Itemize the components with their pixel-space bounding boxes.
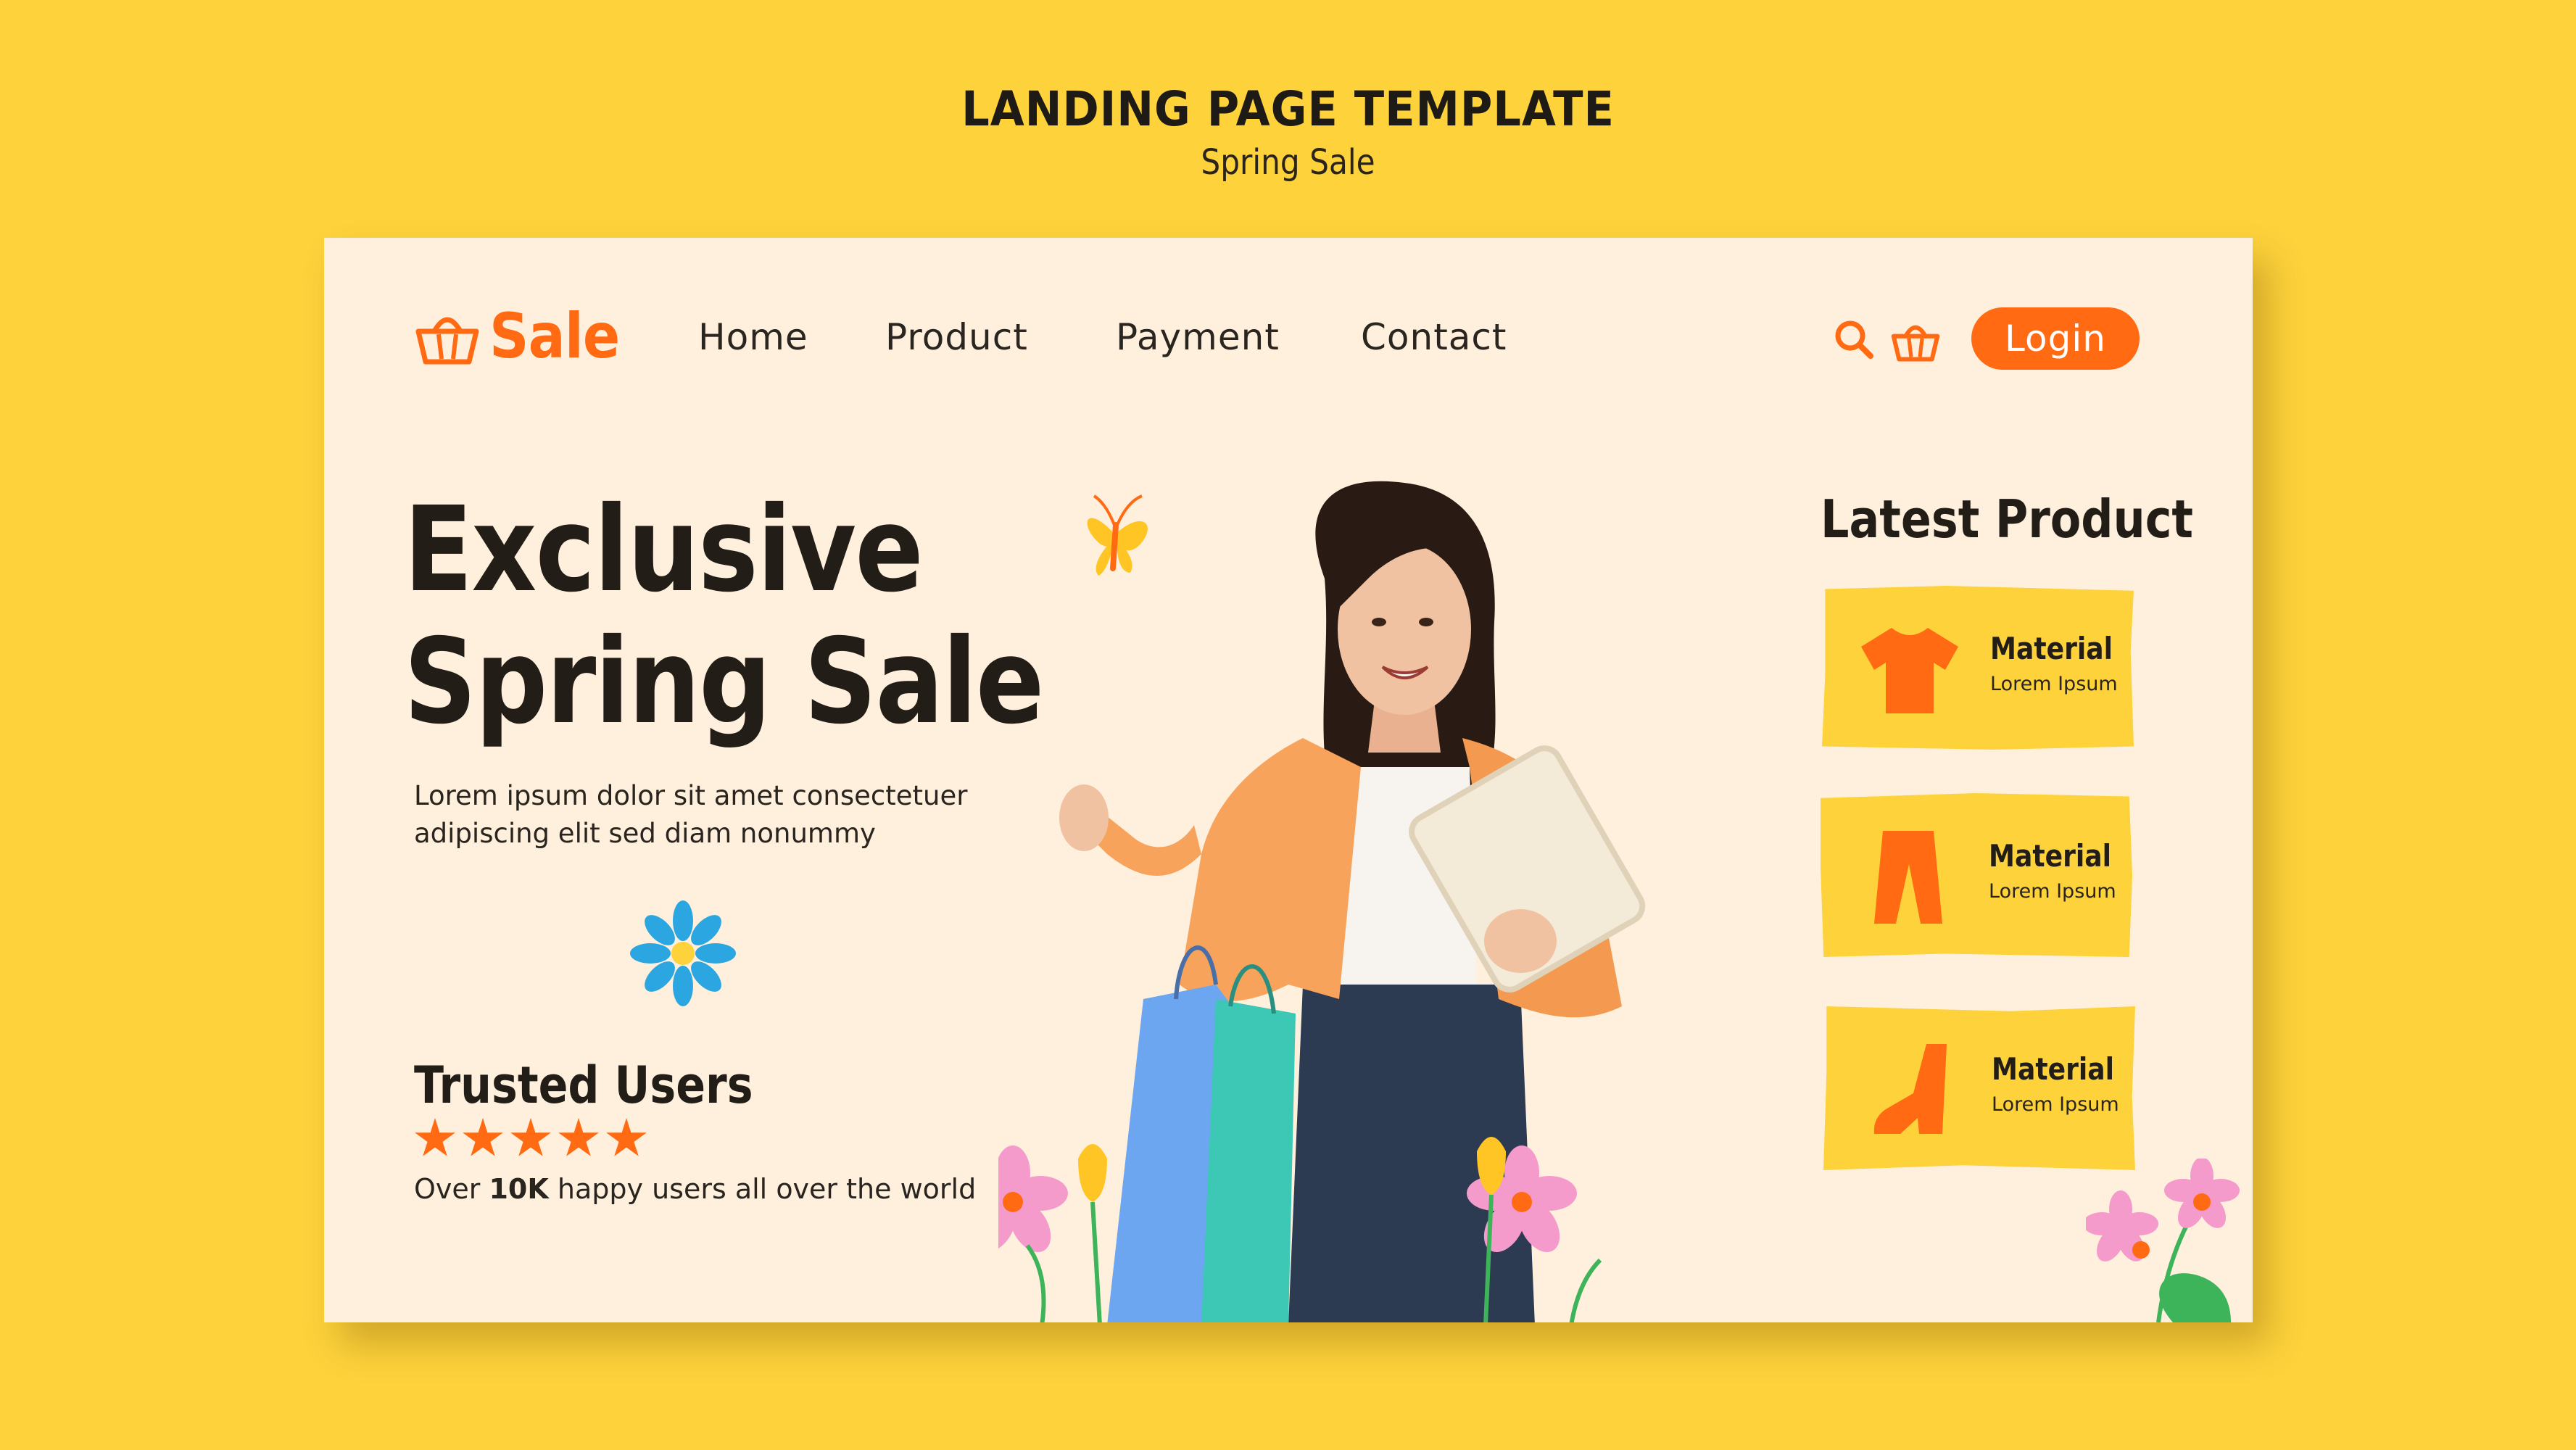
hero-woman-illustration [998,481,1646,1322]
trusted-users-title: Trusted Users [414,1056,753,1115]
product-name: Material [1989,838,2112,874]
flower-bush-icon [2086,1159,2240,1322]
hero-title-line-2: Spring Sale [404,614,1044,750]
brand-name: Sale [489,300,620,373]
boot-icon [1873,1044,1947,1134]
star-icon [463,1118,503,1156]
rating-stars [414,1118,647,1160]
cart-basket-icon[interactable] [1890,318,1941,362]
trusted-text-after: happy users all over the world [548,1173,977,1205]
landing-page-card: Sale Home Product Payment Contact Login … [324,238,2253,1322]
login-button[interactable]: Login [1971,307,2140,370]
trusted-count: 10K [489,1173,549,1205]
latest-product-title: Latest Product [1821,489,2194,550]
star-icon [415,1118,455,1156]
star-icon [510,1118,551,1156]
hero-description: Lorem ipsum dolor sit amet consectetuer … [414,777,1038,853]
product-card[interactable]: Material Lorem Ipsum [1822,586,2134,750]
nav-link-home[interactable]: Home [698,316,808,358]
trousers-icon [1874,831,1942,924]
trusted-users-text: Over 10K happy users all over the world [414,1173,976,1205]
butterfly-icon [1087,494,1148,576]
product-desc: Lorem Ipsum [1989,880,2116,903]
template-subtitle: Spring Sale [1201,142,1375,183]
nav-link-contact[interactable]: Contact [1361,316,1507,358]
nav-link-payment[interactable]: Payment [1116,316,1280,358]
hero-description-line-2: adipiscing elit sed diam nonummy [414,818,876,849]
product-desc: Lorem Ipsum [1992,1093,2119,1116]
tshirt-icon [1861,628,1958,713]
tulip-icon [1078,1144,1107,1322]
product-name: Material [1990,631,2113,666]
blue-flower-icon [630,900,736,1006]
nav-link-product[interactable]: Product [885,316,1028,358]
product-card[interactable]: Material Lorem Ipsum [1821,793,2132,957]
brand-logo[interactable]: Sale [414,300,637,373]
hero-description-line-1: Lorem ipsum dolor sit amet consectetuer [414,780,968,811]
hero-title-line-1: Exclusive [404,482,924,618]
product-name: Material [1992,1051,2115,1087]
product-card[interactable]: Material Lorem Ipsum [1823,1006,2135,1170]
star-icon [558,1118,599,1156]
star-icon [606,1118,647,1156]
pink-flower-icon [998,1146,1068,1253]
product-desc: Lorem Ipsum [1990,673,2118,695]
hero-title: Exclusive Spring Sale [404,482,1044,750]
search-icon[interactable] [1832,318,1876,361]
trusted-text-before: Over [414,1173,489,1205]
template-title: LANDING PAGE TEMPLATE [961,81,1615,137]
basket-icon [415,317,479,365]
